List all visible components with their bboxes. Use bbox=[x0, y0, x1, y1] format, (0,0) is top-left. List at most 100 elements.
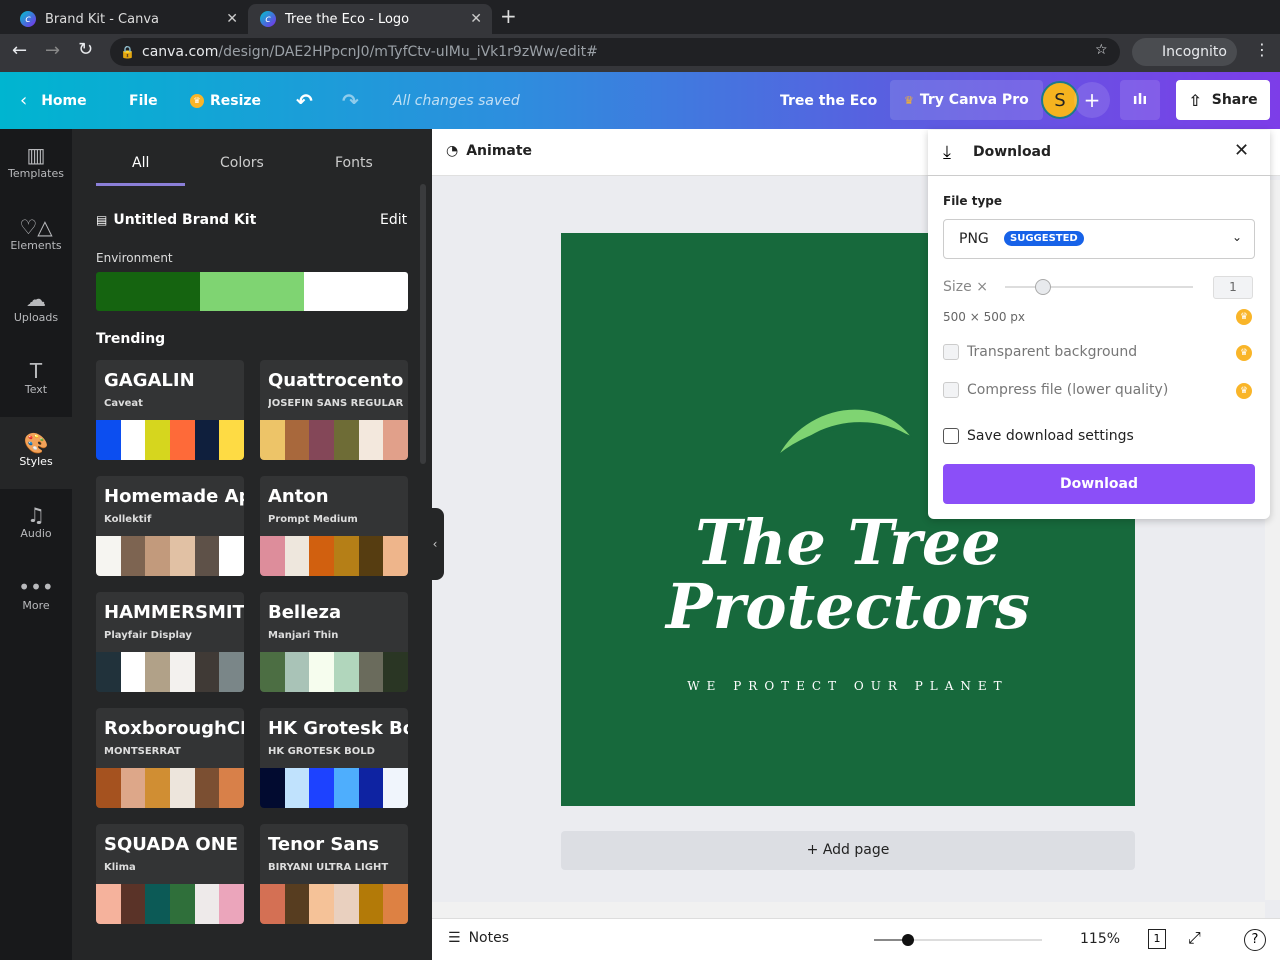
download-panel: ⤓ Download ✕ File type PNG SUGGESTED ⌄ S… bbox=[928, 130, 1270, 519]
undo-icon[interactable]: ↶ bbox=[296, 72, 313, 129]
download-panel-title: Download bbox=[973, 144, 1052, 160]
brand-kit-title: ▤ Untitled Brand Kit bbox=[96, 212, 257, 228]
size-input[interactable]: 1 bbox=[1213, 276, 1253, 299]
add-collaborator-icon[interactable]: + bbox=[1074, 82, 1110, 118]
style-swatches bbox=[260, 536, 408, 576]
style-heading-font: Homemade Apple bbox=[104, 486, 244, 507]
style-card[interactable]: RoxboroughCF MONTSERRAT bbox=[96, 708, 244, 808]
crown-icon: ♛ bbox=[904, 93, 914, 107]
share-button[interactable]: ⇧ Share bbox=[1176, 80, 1270, 120]
style-card[interactable]: Tenor Sans BIRYANI ULTRA LIGHT bbox=[260, 824, 408, 924]
sidebar-item-styles[interactable]: 🎨 Styles bbox=[0, 417, 72, 489]
url-input[interactable]: 🔒 canva.com/design/DAE2HPpcnJ0/mTyfCtv-uI… bbox=[110, 38, 1120, 66]
style-body-font: Kollektif bbox=[104, 514, 152, 525]
color-swatch bbox=[334, 536, 359, 576]
file-menu-button[interactable]: File bbox=[129, 72, 158, 129]
design-tagline[interactable]: WE PROTECT OUR PLANET bbox=[561, 679, 1135, 693]
share-upload-icon: ⇧ bbox=[1188, 90, 1202, 110]
brand-palette bbox=[96, 272, 408, 311]
try-canva-pro-button[interactable]: ♛ Try Canva Pro bbox=[890, 80, 1043, 120]
color-swatch bbox=[194, 420, 220, 460]
close-icon[interactable]: ✕ bbox=[1234, 140, 1249, 161]
audio-icon: ♫ bbox=[27, 503, 45, 527]
style-heading-font: GAGALIN bbox=[104, 370, 195, 391]
help-icon[interactable]: ? bbox=[1244, 929, 1266, 951]
tab-fonts[interactable]: Fonts bbox=[335, 155, 373, 171]
new-tab-icon[interactable]: + bbox=[500, 4, 517, 28]
color-swatch bbox=[96, 884, 121, 924]
color-swatch bbox=[120, 420, 146, 460]
style-heading-font: HAMMERSMITH bbox=[104, 602, 244, 623]
save-settings-label[interactable]: Save download settings bbox=[967, 428, 1134, 444]
sidebar-item-templates[interactable]: ▥ Templates bbox=[0, 129, 72, 201]
resize-button[interactable]: ♛ Resize bbox=[190, 72, 261, 129]
style-card[interactable]: Homemade Apple Kollektif bbox=[96, 476, 244, 576]
compress-file-checkbox[interactable] bbox=[943, 382, 959, 398]
sidebar-item-more[interactable]: ••• More bbox=[0, 561, 72, 633]
transparent-background-checkbox[interactable] bbox=[943, 344, 959, 360]
color-swatch bbox=[120, 768, 146, 808]
notes-button[interactable]: ☰ Notes bbox=[448, 930, 509, 946]
address-bar: ← → ↻ 🔒 canva.com/design/DAE2HPpcnJ0/mTyf… bbox=[0, 34, 1280, 72]
close-tab-icon[interactable]: ✕ bbox=[470, 11, 482, 27]
menu-icon[interactable]: ⋮ bbox=[1254, 40, 1270, 59]
browser-tab-brand-kit[interactable]: c Brand Kit - Canva ✕ bbox=[8, 4, 248, 34]
style-card[interactable]: SQUADA ONE Klima bbox=[96, 824, 244, 924]
size-label: Size × bbox=[943, 279, 988, 295]
home-button[interactable]: ‹ Home bbox=[20, 72, 87, 129]
redo-icon[interactable]: ↷ bbox=[342, 72, 359, 129]
style-body-font: Caveat bbox=[104, 398, 143, 409]
style-card[interactable]: Belleza Manjari Thin bbox=[260, 592, 408, 692]
size-slider[interactable] bbox=[1005, 279, 1193, 295]
divider bbox=[928, 175, 1270, 176]
transparent-background-label: Transparent background bbox=[967, 344, 1138, 360]
color-swatch bbox=[284, 768, 310, 808]
sidebar-item-uploads[interactable]: ☁ Uploads bbox=[0, 273, 72, 345]
insights-chart-icon[interactable]: ılı bbox=[1120, 80, 1160, 120]
design-name[interactable]: Tree the Eco bbox=[780, 72, 877, 129]
close-tab-icon[interactable]: ✕ bbox=[226, 11, 238, 27]
style-card[interactable]: GAGALIN Caveat bbox=[96, 360, 244, 460]
color-swatch bbox=[120, 884, 146, 924]
tab-colors[interactable]: Colors bbox=[220, 155, 264, 171]
color-swatch bbox=[170, 768, 195, 808]
collapse-panel-handle[interactable]: ‹ bbox=[426, 508, 444, 580]
palette-swatch[interactable] bbox=[96, 272, 200, 311]
zoom-slider[interactable] bbox=[874, 934, 1042, 946]
compress-file-label: Compress file (lower quality) bbox=[967, 382, 1169, 398]
color-swatch bbox=[309, 420, 335, 460]
style-card[interactable]: HAMMERSMITH Playfair Display bbox=[96, 592, 244, 692]
style-body-font: BIRYANI ULTRA LIGHT bbox=[268, 862, 389, 873]
style-card[interactable]: Anton Prompt Medium bbox=[260, 476, 408, 576]
fullscreen-icon[interactable]: ⤢ bbox=[1188, 928, 1201, 948]
animate-button[interactable]: ◔ Animate bbox=[446, 143, 532, 159]
browser-tab-design[interactable]: c Tree the Eco - Logo ✕ bbox=[248, 4, 492, 34]
edit-brand-kit-link[interactable]: Edit bbox=[380, 212, 407, 228]
add-page-button[interactable]: + Add page bbox=[561, 831, 1135, 870]
horizontal-scrollbar[interactable] bbox=[432, 902, 1265, 918]
bookmark-star-icon[interactable]: ☆ bbox=[1095, 42, 1108, 58]
color-swatch bbox=[284, 652, 310, 692]
palette-swatch[interactable] bbox=[200, 272, 304, 311]
style-card[interactable]: HK Grotesk Bold HK GROTESK BOLD bbox=[260, 708, 408, 808]
design-title[interactable]: The Tree Protectors bbox=[561, 511, 1135, 639]
palette-swatch[interactable] bbox=[304, 272, 408, 311]
panel-scrollbar[interactable] bbox=[420, 184, 426, 464]
back-icon[interactable]: ← bbox=[12, 40, 27, 61]
style-body-font: HK GROTESK BOLD bbox=[268, 746, 375, 757]
style-swatches bbox=[96, 536, 244, 576]
download-button[interactable]: Download bbox=[943, 464, 1255, 504]
zoom-percentage[interactable]: 115% bbox=[1080, 931, 1120, 947]
incognito-badge[interactable]: Incognito bbox=[1132, 38, 1237, 66]
sidebar-item-elements[interactable]: ♡△ Elements bbox=[0, 201, 72, 273]
page-count-button[interactable]: 1 bbox=[1148, 929, 1166, 949]
forward-icon[interactable]: → bbox=[45, 40, 60, 61]
sidebar-item-audio[interactable]: ♫ Audio bbox=[0, 489, 72, 561]
tab-all[interactable]: All bbox=[132, 155, 149, 171]
reload-icon[interactable]: ↻ bbox=[78, 39, 93, 60]
sidebar-item-text[interactable]: T Text bbox=[0, 345, 72, 417]
style-card[interactable]: Quattrocento JOSEFIN SANS REGULAR bbox=[260, 360, 408, 460]
file-type-select[interactable]: PNG SUGGESTED ⌄ bbox=[943, 219, 1255, 259]
left-nav-rail: ▥ Templates ♡△ Elements ☁ Uploads T Text 🎨 Styles… bbox=[0, 129, 72, 960]
save-settings-checkbox[interactable] bbox=[943, 428, 959, 444]
